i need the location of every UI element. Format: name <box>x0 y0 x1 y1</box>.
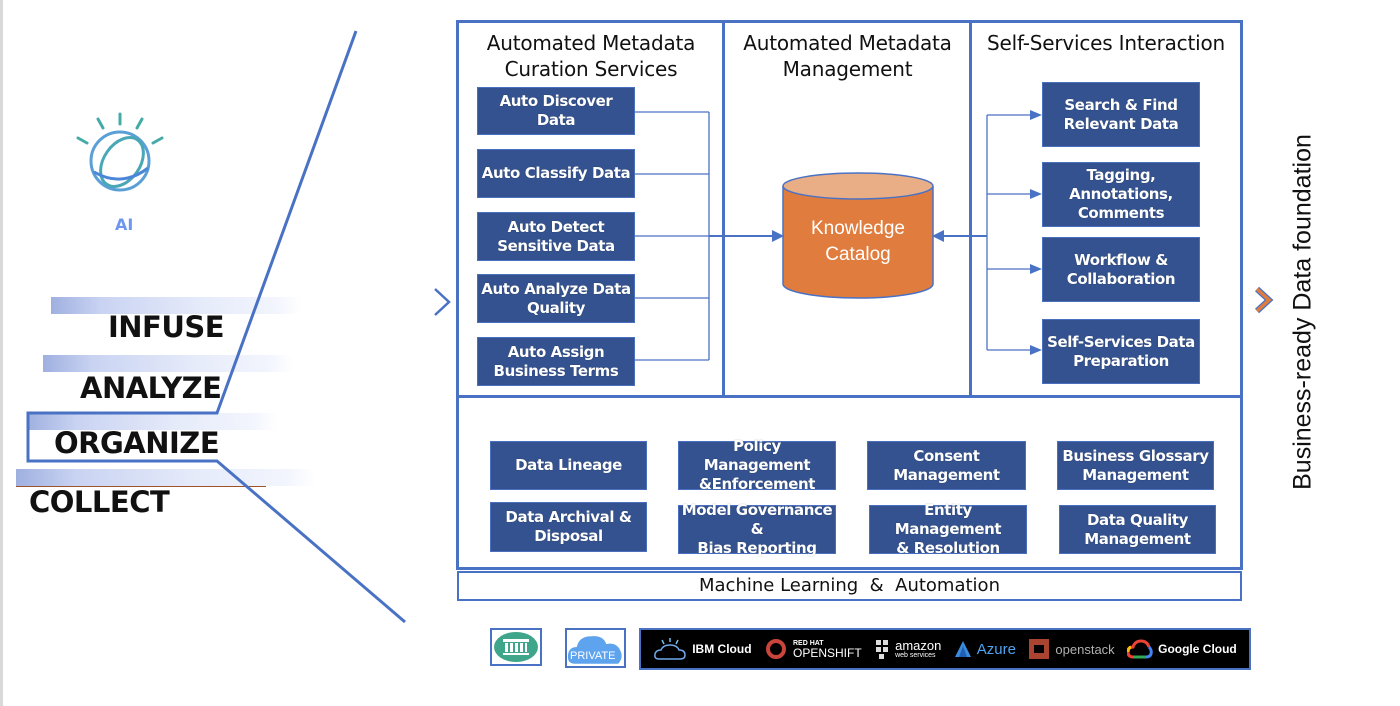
box-consent-management[interactable]: Consent Management <box>867 441 1026 490</box>
cloud-openstack: openstack <box>1028 638 1115 660</box>
box-search-find[interactable]: Search & Find Relevant Data <box>1042 82 1200 147</box>
box-data-lineage[interactable]: Data Lineage <box>490 441 647 490</box>
cloud-openshift-label: OPENSHIFT <box>792 645 862 660</box>
cloud-ibm-label: IBM Cloud <box>692 642 752 656</box>
cloud-azure: Azure <box>954 640 1016 658</box>
google-cloud-icon <box>1127 639 1153 659</box>
box-business-glossary[interactable]: Business Glossary Management <box>1057 441 1214 490</box>
cloud-openstack-label: openstack <box>1055 641 1115 657</box>
business-ready-data-foundation-label: Business-ready Data foundation <box>1288 134 1317 490</box>
box-model-governance[interactable]: Model Governance & Bias Reporting <box>678 501 836 557</box>
cloud-providers-strip: IBM Cloud RED HAT OPENSHIFT amazon web s… <box>639 628 1251 670</box>
box-data-archival[interactable]: Data Archival & Disposal <box>490 502 647 552</box>
cloud-azure-label: Azure <box>976 640 1016 658</box>
aws-icon <box>876 640 889 659</box>
box-auto-analyze-quality[interactable]: Auto Analyze Data Quality <box>477 274 635 323</box>
box-workflow-collaboration[interactable]: Workflow & Collaboration <box>1042 237 1200 302</box>
on-premise-badge <box>490 628 542 666</box>
cloud-google-label: Google Cloud <box>1158 642 1237 656</box>
box-data-preparation[interactable]: Self-Services Data Preparation <box>1042 319 1200 384</box>
box-tagging-annotations[interactable]: Tagging, Annotations, Comments <box>1042 162 1200 227</box>
box-entity-management[interactable]: Entity Management & Resolution <box>869 501 1027 557</box>
box-auto-detect-sensitive[interactable]: Auto Detect Sensitive Data <box>477 212 635 261</box>
box-auto-classify[interactable]: Auto Classify Data <box>477 149 635 198</box>
machine-learning-automation-bar: Machine Learning & Automation <box>457 571 1242 601</box>
box-policy-management[interactable]: Policy Management &Enforcement <box>678 437 836 493</box>
box-auto-assign-terms[interactable]: Auto Assign Business Terms <box>477 337 635 386</box>
box-data-quality[interactable]: Data Quality Management <box>1059 505 1216 554</box>
knowledge-catalog-label: Knowledge Catalog <box>810 218 906 265</box>
openshift-icon <box>765 639 786 659</box>
private-label: PRIVATE <box>570 650 616 662</box>
azure-icon <box>954 641 971 657</box>
cloud-google: Google Cloud <box>1127 639 1237 659</box>
bank-building-icon <box>494 632 538 662</box>
openstack-icon <box>1029 639 1050 659</box>
cloud-aws-label: amazon <box>895 638 942 653</box>
aws-sub: web services <box>895 652 936 659</box>
private-cloud-badge: PRIVATE <box>565 628 626 668</box>
box-auto-discover[interactable]: Auto Discover Data <box>477 87 635 135</box>
cloud-openshift: RED HAT OPENSHIFT <box>764 637 862 661</box>
output-chevron-icon <box>1254 286 1274 314</box>
cloud-aws: amazon web services <box>874 638 941 660</box>
ibm-cloud-icon <box>654 638 686 660</box>
cloud-ibm: IBM Cloud <box>653 637 752 661</box>
